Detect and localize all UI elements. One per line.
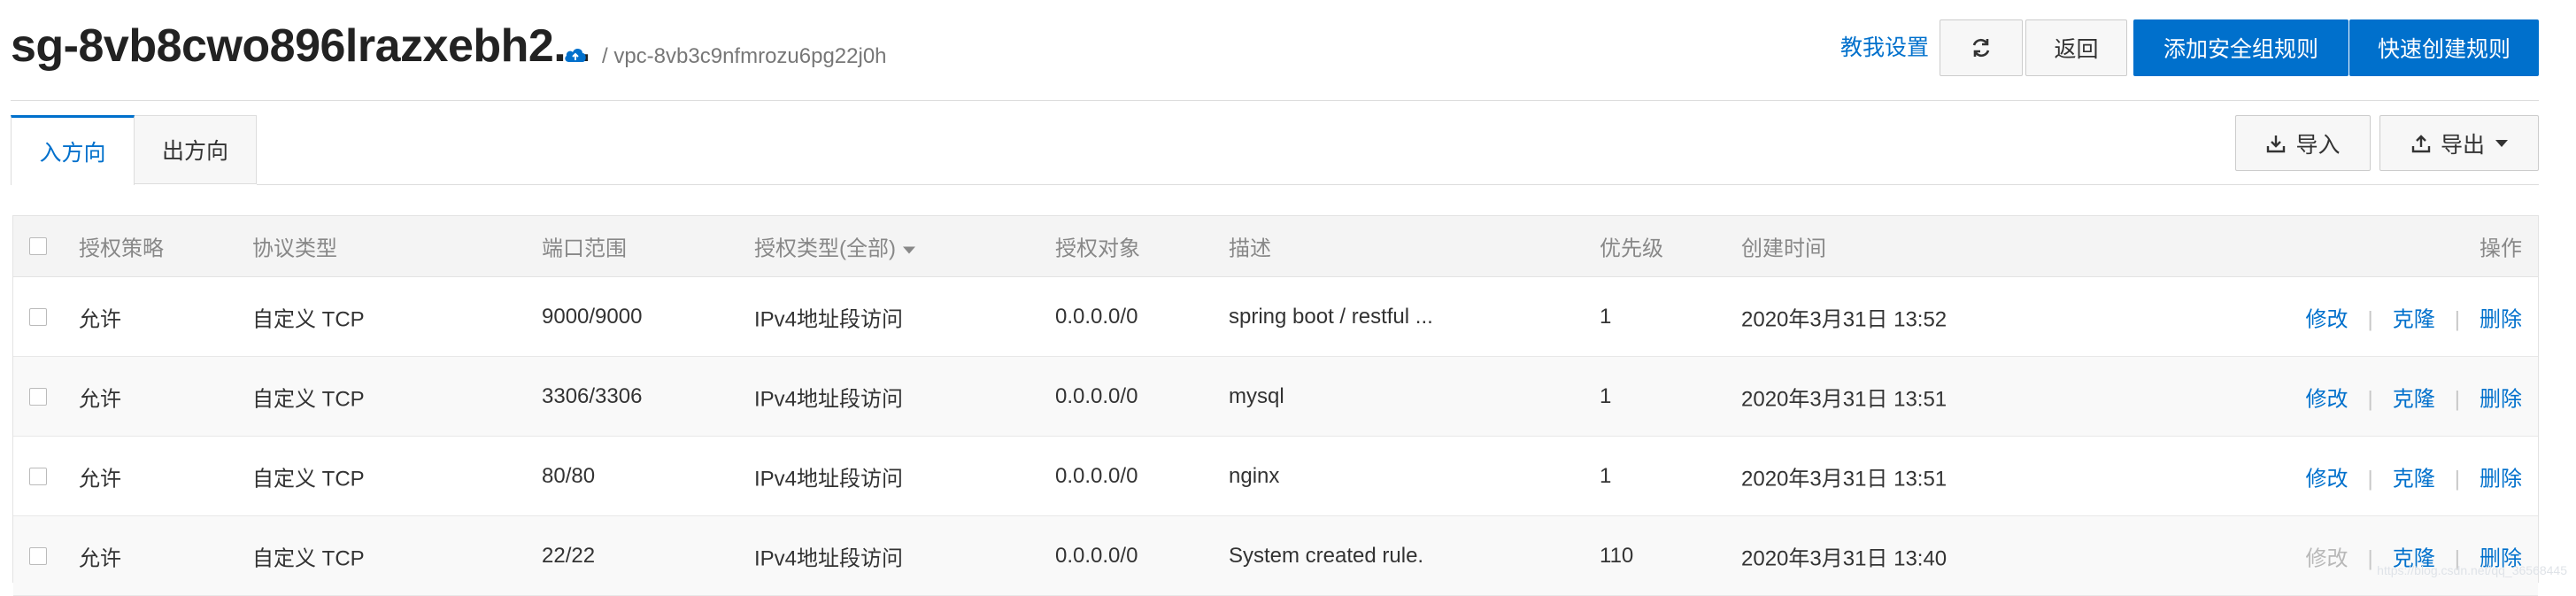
cell-auth-object: 0.0.0.0/0 bbox=[1055, 463, 1138, 488]
row-checkbox[interactable] bbox=[29, 307, 47, 326]
rules-table: 授权策略 协议类型 端口范围 授权类型(全部) 授权对象 描述 优先级 创建时间… bbox=[12, 215, 2539, 596]
export-button[interactable]: 导出 bbox=[2379, 115, 2539, 171]
row-actions: 修改 | 克隆 | 删除 bbox=[2306, 301, 2522, 332]
add-security-rule-button[interactable]: 添加安全组规则 bbox=[2133, 19, 2348, 76]
cell-auth-type: IPv4地址段访问 bbox=[754, 307, 904, 331]
edit-link[interactable]: 修改 bbox=[2306, 467, 2348, 491]
action-separator: | bbox=[2367, 467, 2373, 491]
cell-port: 80/80 bbox=[542, 463, 596, 488]
cell-protocol: 自定义 TCP bbox=[252, 467, 365, 491]
row-checkbox[interactable] bbox=[29, 467, 47, 485]
action-separator: | bbox=[2367, 307, 2373, 331]
cell-description: nginx bbox=[1229, 463, 1280, 488]
back-button[interactable]: 返回 bbox=[2025, 19, 2127, 76]
cell-description: spring boot / restful ... bbox=[1229, 304, 1433, 329]
select-all-checkbox[interactable] bbox=[29, 237, 47, 255]
col-auth-object: 授权对象 bbox=[1055, 236, 1140, 261]
export-icon bbox=[2411, 134, 2431, 152]
table-header: 授权策略 协议类型 端口范围 授权类型(全部) 授权对象 描述 优先级 创建时间… bbox=[13, 216, 2538, 277]
row-actions: 修改 | 克隆 | 删除 bbox=[2306, 461, 2522, 492]
cell-created: 2020年3月31日 13:52 bbox=[1741, 307, 1947, 331]
delete-link[interactable]: 删除 bbox=[2480, 387, 2522, 411]
cell-port: 9000/9000 bbox=[542, 304, 643, 329]
cell-description: mysql bbox=[1229, 383, 1284, 408]
refresh-button[interactable] bbox=[1940, 19, 2023, 76]
row-checkbox[interactable] bbox=[29, 387, 47, 406]
cell-policy: 允许 bbox=[79, 546, 121, 570]
refresh-icon bbox=[1972, 38, 1990, 58]
clone-link[interactable]: 克隆 bbox=[2393, 387, 2435, 411]
table-row: 允许 自定义 TCP 22/22 IPv4地址段访问 0.0.0.0/0 System c… bbox=[13, 516, 2538, 596]
cell-priority: 1 bbox=[1600, 463, 1612, 488]
cell-created: 2020年3月31日 13:51 bbox=[1741, 387, 1947, 411]
col-actions: 操作 bbox=[2480, 236, 2522, 261]
export-label: 导出 bbox=[2440, 132, 2485, 158]
cell-auth-object: 0.0.0.0/0 bbox=[1055, 304, 1138, 329]
cell-auth-type: IPv4地址段访问 bbox=[754, 546, 904, 570]
cell-protocol: 自定义 TCP bbox=[252, 387, 365, 411]
watermark: https://blog.csdn.net/qq_36568445 bbox=[2377, 563, 2567, 577]
clone-link[interactable]: 克隆 bbox=[2393, 307, 2435, 331]
col-auth-type[interactable]: 授权类型(全部) bbox=[754, 231, 915, 262]
tab-inbound[interactable]: 入方向 bbox=[11, 115, 135, 185]
delete-link[interactable]: 删除 bbox=[2480, 307, 2522, 331]
cell-auth-object: 0.0.0.0/0 bbox=[1055, 383, 1138, 408]
cell-policy: 允许 bbox=[79, 467, 121, 491]
col-protocol: 协议类型 bbox=[252, 236, 337, 261]
cell-port: 22/22 bbox=[542, 543, 596, 568]
cell-priority: 110 bbox=[1600, 543, 1634, 568]
cell-auth-type: IPv4地址段访问 bbox=[754, 387, 904, 411]
col-auth-type-label: 授权类型(全部) bbox=[754, 236, 896, 261]
table-row: 允许 自定义 TCP 80/80 IPv4地址段访问 0.0.0.0/0 nginx 1 20… bbox=[13, 437, 2538, 516]
cell-priority: 1 bbox=[1600, 383, 1612, 408]
col-port: 端口范围 bbox=[542, 236, 627, 261]
cell-description: System created rule. bbox=[1229, 543, 1424, 568]
row-actions: 修改 | 克隆 | 删除 bbox=[2306, 381, 2522, 412]
edit-link[interactable]: 修改 bbox=[2306, 307, 2348, 331]
vpc-id: / vpc-8vb3c9nfmrozu6pg22j0h bbox=[602, 44, 887, 68]
col-created: 创建时间 bbox=[1741, 236, 1826, 261]
import-icon bbox=[2267, 135, 2286, 152]
cell-policy: 允许 bbox=[79, 387, 121, 411]
cell-auth-type: IPv4地址段访问 bbox=[754, 467, 904, 491]
clone-link[interactable]: 克隆 bbox=[2393, 467, 2435, 491]
action-separator: | bbox=[2454, 307, 2460, 331]
col-description: 描述 bbox=[1229, 236, 1271, 261]
table-row: 允许 自定义 TCP 9000/9000 IPv4地址段访问 0.0.0.0/0 spri… bbox=[13, 277, 2538, 357]
cell-protocol: 自定义 TCP bbox=[252, 307, 365, 331]
action-separator: | bbox=[2454, 387, 2460, 411]
chevron-down-icon bbox=[2495, 139, 2508, 147]
security-group-id: sg-8vb8cwo896lrazxebh2... bbox=[11, 20, 591, 72]
action-separator: | bbox=[2367, 546, 2373, 570]
help-link[interactable]: 教我设置 bbox=[1840, 30, 1929, 62]
header-divider bbox=[11, 100, 2539, 101]
edit-link: 修改 bbox=[2305, 546, 2348, 570]
col-priority: 优先级 bbox=[1600, 236, 1663, 261]
delete-link[interactable]: 删除 bbox=[2480, 467, 2522, 491]
action-separator: | bbox=[2367, 387, 2373, 411]
row-checkbox[interactable] bbox=[29, 546, 47, 565]
cell-priority: 1 bbox=[1600, 304, 1612, 329]
tab-divider bbox=[257, 184, 2539, 185]
import-label: 导入 bbox=[2295, 132, 2341, 158]
cell-auth-object: 0.0.0.0/0 bbox=[1055, 543, 1138, 568]
edit-link[interactable]: 修改 bbox=[2306, 387, 2348, 411]
quick-create-rule-button[interactable]: 快速创建规则 bbox=[2349, 19, 2539, 76]
action-separator: | bbox=[2454, 467, 2460, 491]
cell-port: 3306/3306 bbox=[542, 383, 643, 408]
cell-created: 2020年3月31日 13:51 bbox=[1741, 467, 1947, 491]
col-policy: 授权策略 bbox=[79, 236, 164, 261]
cell-protocol: 自定义 TCP bbox=[252, 546, 365, 570]
cell-created: 2020年3月31日 13:40 bbox=[1741, 546, 1947, 570]
filter-caret-icon[interactable] bbox=[902, 246, 915, 254]
tab-outbound[interactable]: 出方向 bbox=[135, 115, 257, 184]
import-button[interactable]: 导入 bbox=[2235, 115, 2371, 171]
cloud-icon bbox=[563, 44, 588, 64]
cell-policy: 允许 bbox=[79, 307, 121, 331]
table-row: 允许 自定义 TCP 3306/3306 IPv4地址段访问 0.0.0.0/0 mysq… bbox=[13, 357, 2538, 437]
